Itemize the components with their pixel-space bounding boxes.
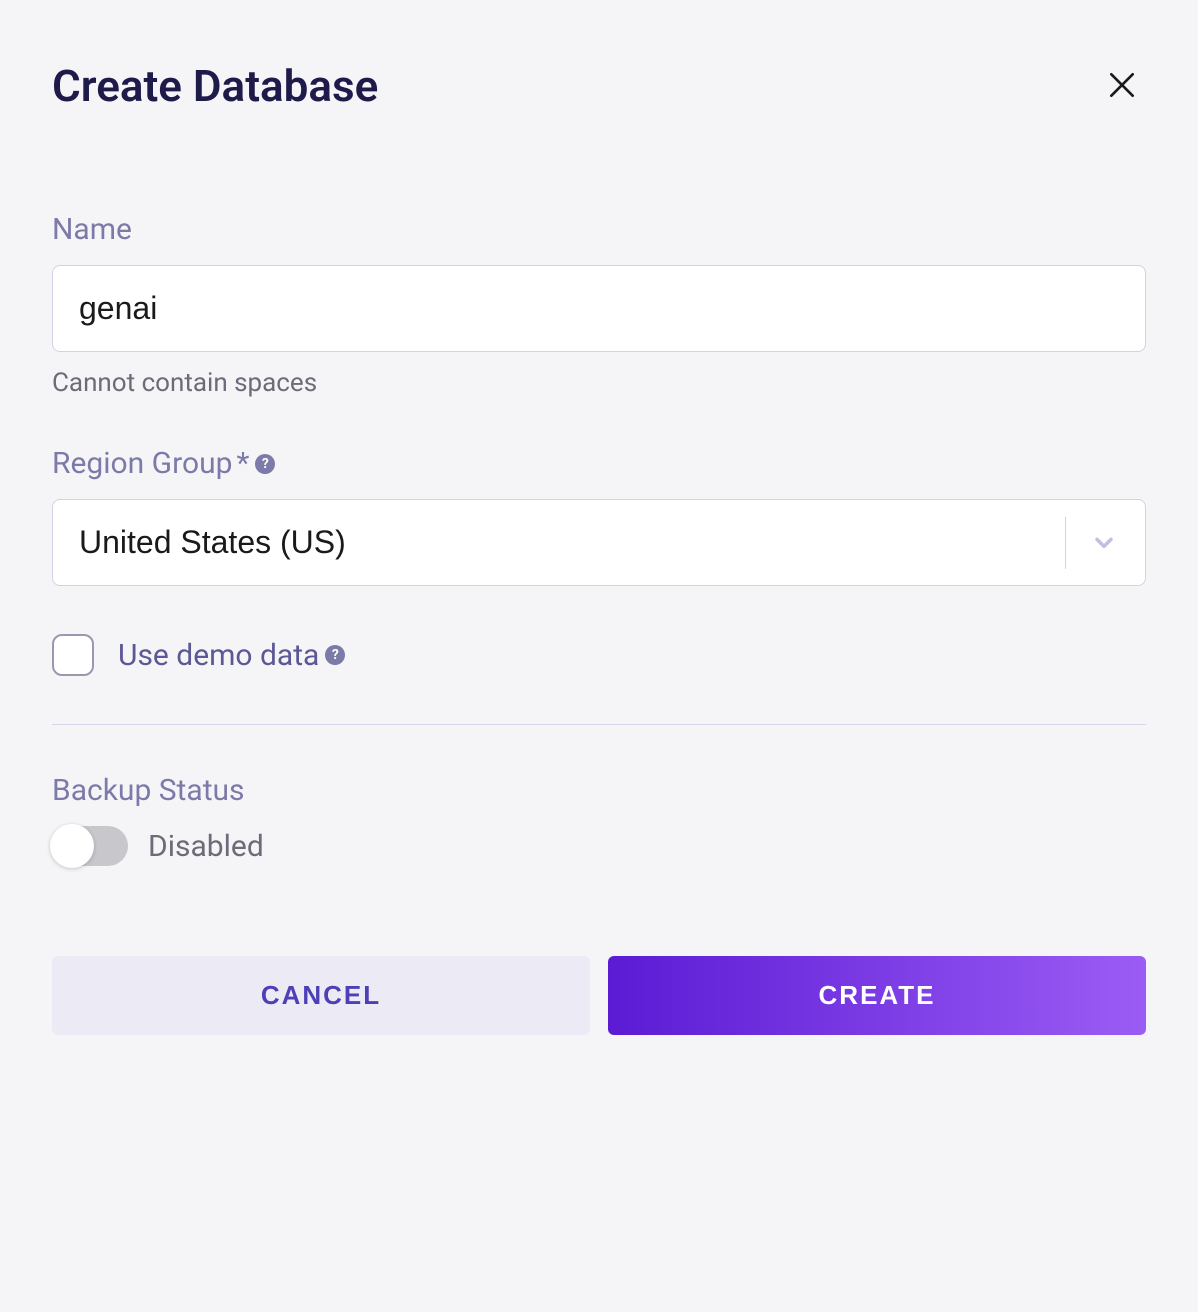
backup-status-label: Backup Status: [52, 773, 1146, 808]
close-icon: [1106, 69, 1138, 104]
modal-title: Create Database: [52, 60, 378, 112]
help-icon[interactable]: ?: [255, 454, 275, 474]
cancel-button[interactable]: CANCEL: [52, 956, 590, 1035]
backup-state-label: Disabled: [148, 829, 264, 864]
name-helper-text: Cannot contain spaces: [52, 368, 1146, 398]
name-label: Name: [52, 212, 1146, 247]
name-input[interactable]: [52, 265, 1146, 352]
region-select[interactable]: United States (US): [52, 499, 1146, 586]
required-asterisk: *: [236, 446, 249, 481]
toggle-thumb: [50, 824, 94, 868]
help-icon[interactable]: ?: [325, 645, 345, 665]
backup-toggle[interactable]: [52, 826, 128, 866]
region-label: Region Group: [52, 446, 232, 481]
demo-data-label: Use demo data: [118, 638, 319, 673]
close-button[interactable]: [1098, 61, 1146, 112]
create-button[interactable]: CREATE: [608, 956, 1146, 1035]
demo-data-checkbox[interactable]: [52, 634, 94, 676]
divider: [52, 724, 1146, 725]
